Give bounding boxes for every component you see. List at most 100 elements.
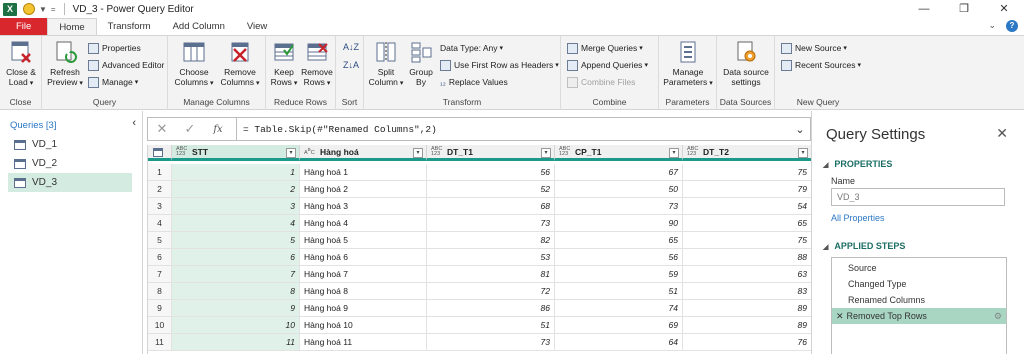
confirm-icon[interactable]: ✓: [176, 121, 204, 137]
tab-transform[interactable]: Transform: [97, 18, 162, 35]
split-column-button[interactable]: Split Column ▾: [368, 40, 404, 89]
table-cell[interactable]: 68: [427, 198, 555, 215]
table-cell[interactable]: 50: [555, 181, 683, 198]
table-cell[interactable]: Hàng hoá 3: [300, 198, 427, 215]
table-cell[interactable]: 5: [172, 232, 300, 249]
filter-dropdown-icon[interactable]: ▾: [669, 148, 679, 158]
all-properties-link[interactable]: All Properties: [831, 213, 885, 223]
table-cell[interactable]: 2: [172, 181, 300, 198]
column-header-stt[interactable]: ABC 123 STT ▾: [172, 145, 300, 161]
data-type-dropdown[interactable]: Data Type: Any ▾: [440, 41, 503, 55]
table-cell[interactable]: 53: [427, 249, 555, 266]
table-cell[interactable]: 73: [427, 215, 555, 232]
table-cell[interactable]: 11: [172, 334, 300, 351]
table-cell[interactable]: 9: [172, 300, 300, 317]
remove-columns-button[interactable]: Remove Columns ▾: [218, 40, 262, 89]
table-cell[interactable]: 89: [683, 300, 811, 317]
table-cell[interactable]: Hàng hoá 5: [300, 232, 427, 249]
column-header-dt-t1[interactable]: ABC 123 DT_T1 ▾: [427, 145, 555, 161]
table-cell[interactable]: 86: [427, 300, 555, 317]
delete-step-icon[interactable]: ✕: [836, 311, 844, 321]
replace-values-button[interactable]: ₁₂ Replace Values: [440, 75, 508, 89]
table-cell[interactable]: 73: [555, 198, 683, 215]
table-cell[interactable]: 81: [427, 266, 555, 283]
sort-ascending-icon[interactable]: A↓Z: [343, 40, 359, 54]
table-menu-button[interactable]: [148, 145, 172, 161]
new-source-button[interactable]: New Source ▾: [781, 41, 847, 55]
table-cell[interactable]: 56: [427, 164, 555, 181]
smiley-icon[interactable]: [23, 3, 35, 15]
step-changed-type[interactable]: Changed Type: [832, 276, 1006, 292]
table-cell[interactable]: 88: [683, 249, 811, 266]
tab-view[interactable]: View: [236, 18, 278, 35]
help-icon[interactable]: ?: [1006, 20, 1018, 32]
table-cell[interactable]: 4: [172, 215, 300, 232]
table-cell[interactable]: 90: [555, 215, 683, 232]
step-removed-top-rows[interactable]: ✕ Removed Top Rows ⚙: [832, 308, 1006, 324]
use-first-row-headers-button[interactable]: Use First Row as Headers ▾: [440, 58, 559, 72]
tab-file[interactable]: File: [0, 18, 48, 35]
manage-button[interactable]: Manage ▾: [88, 75, 138, 89]
table-cell[interactable]: Hàng hoá 9: [300, 300, 427, 317]
cancel-icon[interactable]: ✕: [148, 121, 176, 137]
row-number[interactable]: 7: [148, 266, 172, 283]
table-cell[interactable]: 79: [683, 181, 811, 198]
sort-descending-icon[interactable]: Z↓A: [343, 58, 359, 72]
table-cell[interactable]: 3: [172, 198, 300, 215]
keep-rows-button[interactable]: Keep Rows ▾: [268, 40, 300, 89]
row-number[interactable]: 2: [148, 181, 172, 198]
table-cell[interactable]: Hàng hoá 2: [300, 181, 427, 198]
table-cell[interactable]: 72: [427, 283, 555, 300]
table-cell[interactable]: 65: [683, 215, 811, 232]
row-number[interactable]: 3: [148, 198, 172, 215]
close-load-button[interactable]: Close & Load ▾: [3, 40, 39, 89]
table-cell[interactable]: 51: [427, 317, 555, 334]
table-cell[interactable]: 75: [683, 164, 811, 181]
row-number[interactable]: 11: [148, 334, 172, 351]
query-item-vd-1[interactable]: VD_1: [8, 135, 132, 154]
row-number[interactable]: 1: [148, 164, 172, 181]
merge-queries-button[interactable]: Merge Queries ▾: [567, 41, 643, 55]
query-item-vd-3[interactable]: VD_3: [8, 173, 132, 192]
table-cell[interactable]: Hàng hoá 4: [300, 215, 427, 232]
table-cell[interactable]: Hàng hoá 7: [300, 266, 427, 283]
table-cell[interactable]: 65: [555, 232, 683, 249]
recent-sources-button[interactable]: Recent Sources ▾: [781, 58, 861, 72]
query-name-field[interactable]: [831, 188, 1005, 206]
data-source-settings-button[interactable]: Data source settings: [720, 40, 772, 87]
table-cell[interactable]: 8: [172, 283, 300, 300]
column-header-hang-hoa[interactable]: ABC Hàng hoá ▾: [300, 145, 427, 161]
table-cell[interactable]: Hàng hoá 11: [300, 334, 427, 351]
table-cell[interactable]: Hàng hoá 10: [300, 317, 427, 334]
row-number[interactable]: 5: [148, 232, 172, 249]
tab-home[interactable]: Home: [47, 18, 97, 35]
row-number[interactable]: 8: [148, 283, 172, 300]
expand-formula-icon[interactable]: ⌄: [790, 123, 810, 136]
customize-toolbar-icon[interactable]: =: [51, 5, 56, 14]
step-source[interactable]: Source: [832, 260, 1006, 276]
properties-button[interactable]: Properties: [88, 41, 141, 55]
formula-input[interactable]: = Table.Skip(#"Renamed Columns",2): [243, 124, 790, 135]
table-cell[interactable]: 56: [555, 249, 683, 266]
collapse-pane-icon[interactable]: ‹: [132, 117, 136, 129]
table-cell[interactable]: 6: [172, 249, 300, 266]
table-cell[interactable]: 82: [427, 232, 555, 249]
close-icon[interactable]: ✕: [996, 125, 1008, 142]
filter-dropdown-icon[interactable]: ▾: [413, 148, 423, 158]
manage-parameters-button[interactable]: Manage Parameters ▾: [662, 40, 714, 89]
table-cell[interactable]: Hàng hoá 1: [300, 164, 427, 181]
table-cell[interactable]: 75: [683, 232, 811, 249]
table-cell[interactable]: 69: [555, 317, 683, 334]
remove-rows-button[interactable]: Remove Rows ▾: [300, 40, 334, 89]
column-header-dt-t2[interactable]: ABC 123 DT_T2 ▾: [683, 145, 811, 161]
collapse-ribbon-icon[interactable]: ⌄: [988, 20, 996, 32]
choose-columns-button[interactable]: Choose Columns ▾: [172, 40, 216, 89]
table-cell[interactable]: 76: [683, 334, 811, 351]
row-number[interactable]: 6: [148, 249, 172, 266]
table-cell[interactable]: 74: [555, 300, 683, 317]
refresh-preview-button[interactable]: Refresh Preview ▾: [45, 40, 85, 89]
row-number[interactable]: 4: [148, 215, 172, 232]
filter-dropdown-icon[interactable]: ▾: [286, 148, 296, 158]
advanced-editor-button[interactable]: Advanced Editor: [88, 58, 164, 72]
table-cell[interactable]: 67: [555, 164, 683, 181]
